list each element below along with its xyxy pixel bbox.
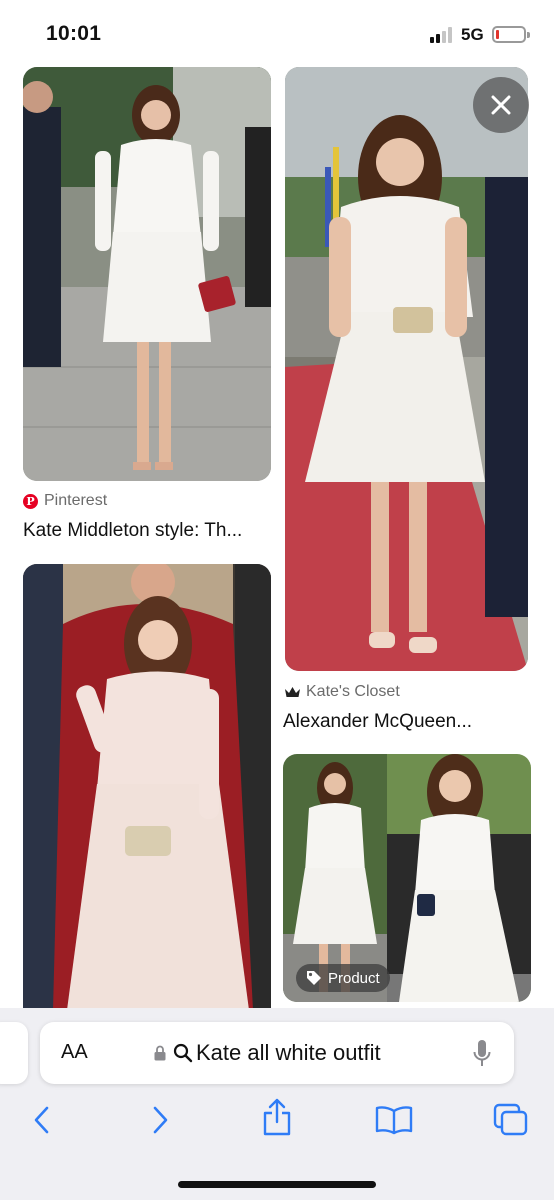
lock-icon <box>154 1045 166 1061</box>
close-icon <box>491 95 511 115</box>
status-bar: 10:01 5G <box>0 0 554 64</box>
photo-kate-pale-pink-dress <box>23 564 271 1010</box>
result-title-1[interactable]: Kate Middleton style: Th... <box>23 520 242 542</box>
share-button[interactable] <box>257 1097 297 1137</box>
tabs-icon <box>493 1103 528 1136</box>
result-source-label: Kate's Closet <box>306 683 400 700</box>
share-icon <box>263 1098 291 1136</box>
result-image-2[interactable] <box>285 67 528 671</box>
search-query-text[interactable]: Kate all white outfit <box>196 1040 381 1066</box>
result-image-1[interactable] <box>23 67 271 481</box>
battery-icon <box>492 26 530 43</box>
product-badge[interactable]: Product <box>296 964 390 992</box>
forward-button[interactable] <box>140 1100 180 1140</box>
photo-kate-red-carpet <box>285 67 528 671</box>
signal-icon <box>430 27 456 43</box>
crown-icon <box>285 686 300 697</box>
result-source-2[interactable]: Kate's Closet <box>285 683 400 701</box>
result-source-1[interactable]: P Pinterest <box>23 492 107 510</box>
home-indicator[interactable] <box>178 1181 376 1188</box>
result-image-3[interactable] <box>23 564 271 1010</box>
photo-kate-white-peplum <box>23 67 271 481</box>
product-badge-label: Product <box>328 969 380 987</box>
address-bar[interactable]: AA Kate all white outfit <box>40 1022 514 1084</box>
previous-tab-preview[interactable] <box>0 1022 28 1084</box>
back-button[interactable] <box>22 1100 62 1140</box>
close-button[interactable] <box>473 77 529 133</box>
pinterest-icon: P <box>23 493 38 509</box>
microphone-icon[interactable] <box>472 1039 492 1069</box>
network-type: 5G <box>461 25 484 44</box>
status-time: 10:01 <box>46 22 102 45</box>
search-icon <box>173 1043 193 1063</box>
result-title-2[interactable]: Alexander McQueen... <box>283 711 472 733</box>
tag-icon <box>307 971 321 985</box>
back-icon <box>34 1106 49 1134</box>
tabs-button[interactable] <box>491 1100 531 1140</box>
bookmarks-button[interactable] <box>374 1100 414 1140</box>
text-size-button[interactable]: AA <box>61 1041 88 1064</box>
text-size-label: AA <box>61 1041 88 1063</box>
forward-icon <box>153 1106 168 1134</box>
result-source-label: Pinterest <box>44 492 108 509</box>
bookmarks-icon <box>375 1106 413 1135</box>
